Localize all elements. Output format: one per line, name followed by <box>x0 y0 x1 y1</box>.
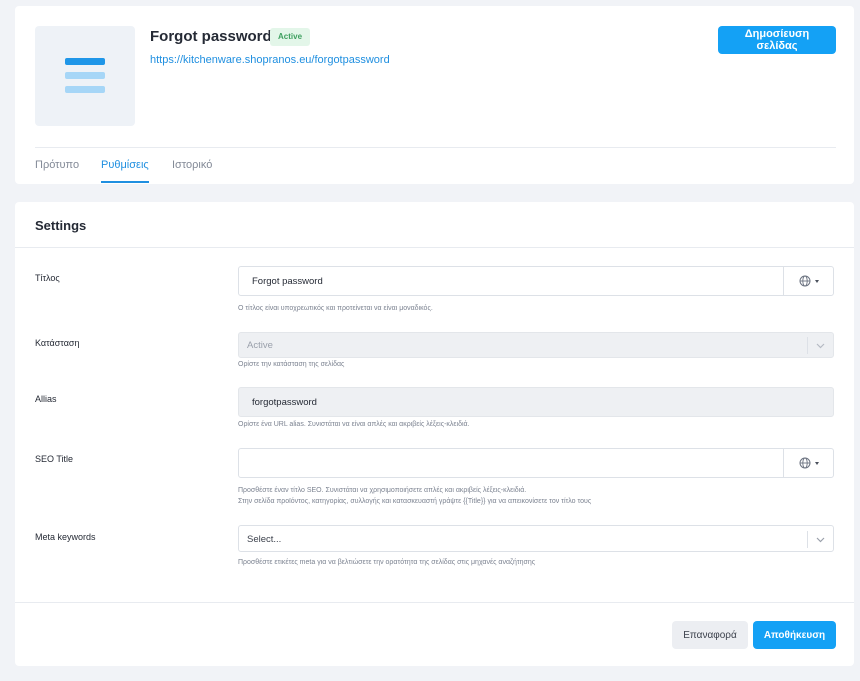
meta-keywords-placeholder: Select... <box>247 534 282 545</box>
publish-page-button[interactable]: Δημοσίευση σελίδας <box>718 26 836 54</box>
page-thumbnail-icon <box>35 26 135 126</box>
status-select-value: Active <box>247 340 273 351</box>
tab-history[interactable]: Ιστορικό <box>172 159 212 183</box>
language-dropdown-button[interactable] <box>783 267 833 295</box>
settings-divider <box>15 247 854 248</box>
alias-input[interactable]: forgotpassword <box>238 387 834 417</box>
status-select-chevron <box>807 337 833 354</box>
page-header-card: Forgot password Active https://kitchenwa… <box>15 6 854 184</box>
globe-icon <box>799 275 810 287</box>
status-badge: Active <box>270 28 311 46</box>
meta-keywords-chevron[interactable] <box>807 531 833 548</box>
header-divider <box>35 147 836 148</box>
alias-input-value: forgotpassword <box>252 397 317 408</box>
chevron-down-icon <box>816 537 825 542</box>
chevron-down-icon <box>816 343 825 348</box>
seo-title-input[interactable] <box>238 448 834 478</box>
settings-title: Settings <box>35 218 87 233</box>
footer-divider <box>15 602 854 603</box>
page-title: Forgot password <box>150 28 272 45</box>
title-label: Τίτλος <box>35 273 60 283</box>
tab-settings[interactable]: Ρυθμίσεις <box>101 159 149 183</box>
page-url-link[interactable]: https://kitchenware.shopranos.eu/forgotp… <box>150 54 390 66</box>
tab-template[interactable]: Πρότυπο <box>35 159 79 183</box>
title-input-value: Forgot password <box>252 276 323 287</box>
thumbnail-bar <box>65 86 105 93</box>
reset-button[interactable]: Επαναφορά <box>672 621 748 649</box>
status-help-text: Ορίστε την κατάσταση της σελίδας <box>238 361 345 368</box>
meta-keywords-label: Meta keywords <box>35 532 96 542</box>
caret-down-icon <box>814 279 819 283</box>
status-select: Active <box>238 332 834 358</box>
seo-title-label: SEO Title <box>35 454 74 464</box>
meta-keywords-help-text: Προσθέστε ετικέτες meta για να βελτιώσετ… <box>238 559 536 566</box>
thumbnail-bar <box>65 58 105 65</box>
settings-card: Settings Τίτλος Forgot password Ο τίτλος… <box>15 202 854 666</box>
title-help-text: Ο τίτλος είναι υποχρεωτικός και προτείνε… <box>238 305 433 312</box>
save-button[interactable]: Αποθήκευση <box>753 621 836 649</box>
title-input[interactable]: Forgot password <box>238 266 834 296</box>
thumbnail-bar <box>65 72 105 79</box>
alias-label: Allias <box>35 394 57 404</box>
language-dropdown-button[interactable] <box>783 449 833 477</box>
caret-down-icon <box>814 461 819 465</box>
globe-icon <box>799 457 810 469</box>
status-label: Κατάσταση <box>35 338 80 348</box>
seo-title-help-text-2: Στην σελίδα προϊόντος, κατηγορίας, συλλο… <box>238 498 592 505</box>
seo-title-help-text-1: Προσθέστε έναν τίτλο SEO. Συνιστάται να … <box>238 487 527 494</box>
meta-keywords-select[interactable]: Select... <box>238 525 834 552</box>
alias-help-text: Ορίστε ένα URL alias. Συνιστάται να είνα… <box>238 421 470 428</box>
